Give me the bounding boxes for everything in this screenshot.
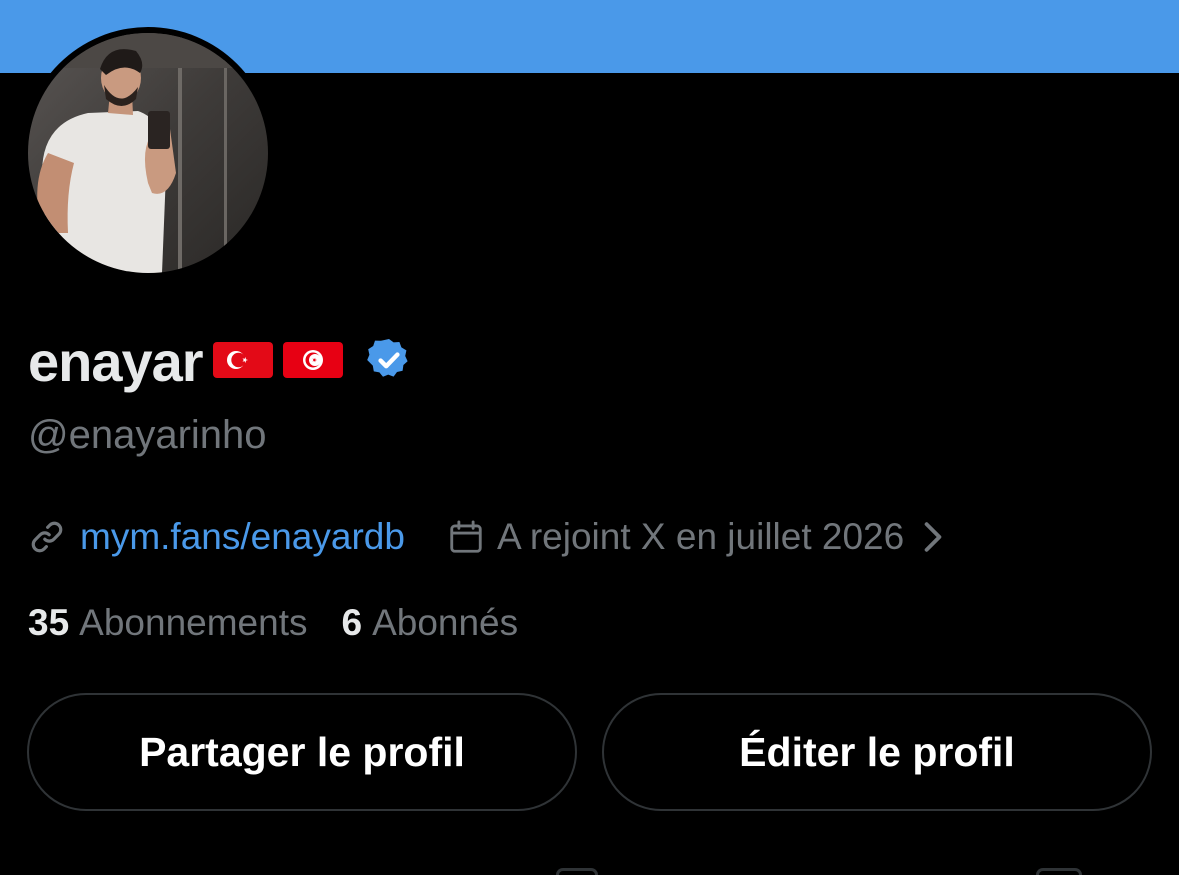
followers-link[interactable]: 6 Abonnés [341, 598, 518, 648]
link-icon [31, 521, 63, 553]
verified-badge-icon[interactable] [365, 336, 413, 389]
chevron-right-icon[interactable] [922, 521, 944, 553]
avatar[interactable] [28, 33, 268, 273]
profile-meta: mym.fans/enayardb A rejoint X en juillet… [28, 512, 944, 562]
name-row: enayar [28, 330, 413, 394]
tab-indicator-edge [1036, 868, 1082, 875]
flag-turkey-icon [212, 340, 273, 385]
flag-tunisia-icon [282, 340, 343, 385]
joined-date[interactable]: A rejoint X en juillet 2026 [497, 512, 904, 562]
display-name: enayar [28, 330, 204, 393]
profile-page: enayar @enayarinho mym.fans/enayardb A r… [0, 0, 1179, 875]
following-link[interactable]: 35 Abonnements [28, 598, 307, 648]
following-label: Abonnements [79, 602, 308, 643]
edit-profile-button[interactable]: Éditer le profil [602, 693, 1152, 811]
profile-handle: @enayarinho [28, 413, 267, 457]
following-count: 35 [28, 602, 70, 643]
share-profile-button[interactable]: Partager le profil [27, 693, 577, 811]
profile-website-link[interactable]: mym.fans/enayardb [80, 512, 405, 562]
followers-count: 6 [341, 602, 363, 643]
followers-label: Abonnés [372, 602, 519, 643]
avatar-frame[interactable] [22, 27, 274, 279]
follow-stats: 35 Abonnements 6 Abonnés [28, 598, 518, 648]
tab-indicator-edge [556, 868, 598, 875]
calendar-icon [450, 520, 482, 553]
